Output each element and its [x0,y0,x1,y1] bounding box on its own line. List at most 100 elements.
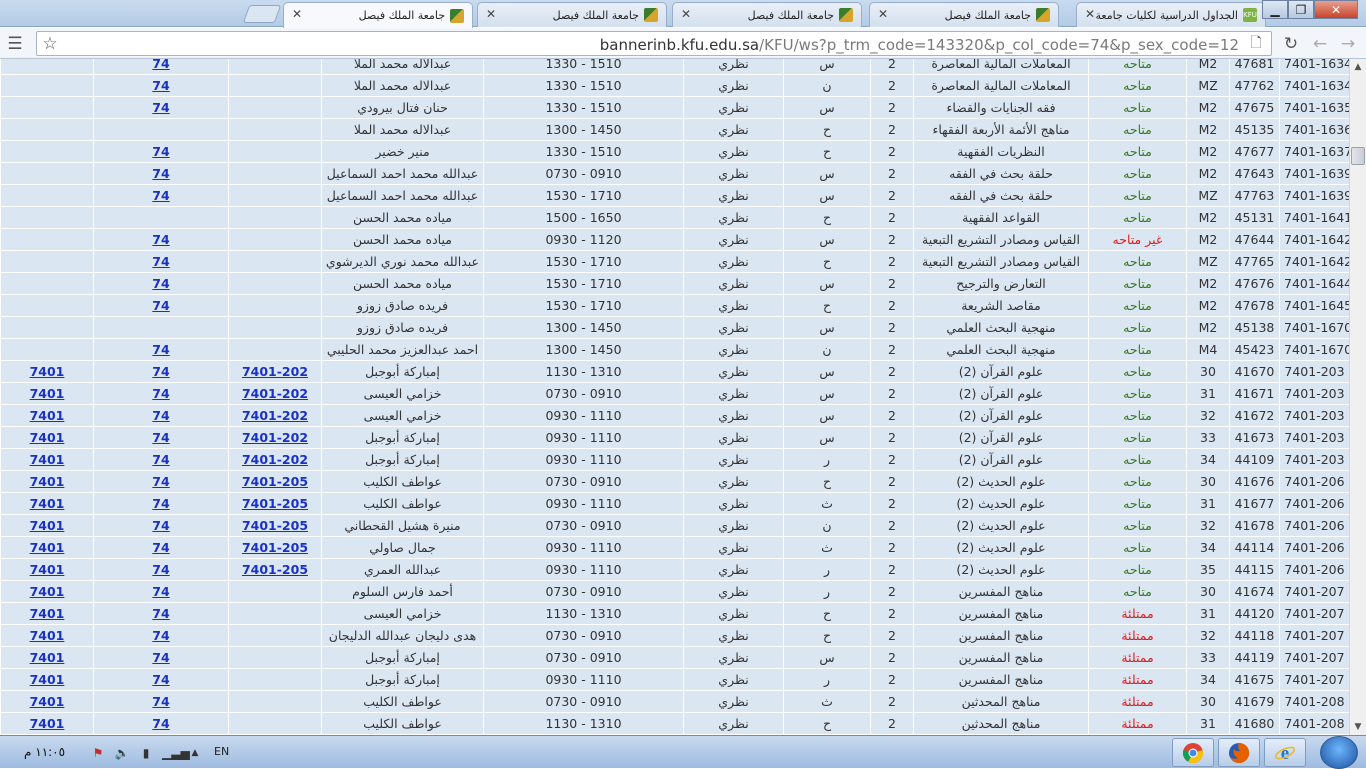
taskbar-firefox[interactable] [1218,738,1260,767]
prerequisite-link[interactable]: 7401-205 [242,474,308,489]
department-link[interactable]: 7401 [30,628,65,643]
college-link[interactable]: 74 [152,650,169,665]
tab-kfu-3[interactable]: جامعة الملك فيصل ✕ [672,2,862,27]
new-tab-button[interactable] [242,5,282,23]
taskbar-clock[interactable]: ١١:٠٥ م [24,745,65,759]
prerequisite-link-cell [228,59,322,75]
college-link[interactable]: 74 [152,364,169,379]
department-link[interactable]: 7401 [30,474,65,489]
status-cell: متاحه [1088,184,1187,207]
department-link[interactable]: 7401 [30,408,65,423]
section-cell: 31 [1186,382,1230,405]
department-link[interactable]: 7401 [30,650,65,665]
college-link[interactable]: 74 [152,672,169,687]
prerequisite-link[interactable]: 7401-202 [242,386,308,401]
college-link[interactable]: 74 [152,298,169,313]
close-icon[interactable]: ✕ [1085,7,1095,21]
prerequisite-link[interactable]: 7401-202 [242,364,308,379]
prerequisite-link[interactable]: 7401-202 [242,408,308,423]
scroll-up-icon[interactable]: ▲ [1350,59,1366,75]
college-link[interactable]: 74 [152,188,169,203]
college-link[interactable]: 74 [152,342,169,357]
volume-icon[interactable]: 🔈 [114,745,130,761]
college-link[interactable]: 74 [152,474,169,489]
college-link[interactable]: 74 [152,540,169,555]
department-link[interactable]: 7401 [30,716,65,731]
college-link[interactable]: 74 [152,100,169,115]
taskbar-ie[interactable]: e [1264,738,1306,767]
tab-kfu-4[interactable]: جامعة الملك فيصل ✕ [477,2,667,27]
maximize-button[interactable]: ❐ [1288,0,1314,19]
college-link[interactable]: 74 [152,716,169,731]
course-title-cell: علوم الحديث (2) [913,558,1089,581]
college-link[interactable]: 74 [152,276,169,291]
close-icon[interactable]: ✕ [878,7,888,21]
taskbar-chrome[interactable] [1172,738,1214,767]
college-link[interactable]: 74 [152,144,169,159]
vertical-scrollbar[interactable]: ▲ ▼ [1349,59,1366,735]
day-cell: س [783,272,871,295]
college-link[interactable]: 74 [152,606,169,621]
tab-kfu-schedules[interactable]: KFU الجداول الدراسية لكليات جامعة ✕ [1076,2,1266,27]
prerequisite-link[interactable]: 7401-202 [242,452,308,467]
department-link[interactable]: 7401 [30,584,65,599]
course-code-cell: 7401-203 [1279,404,1349,427]
forward-icon[interactable]: → [1337,33,1359,55]
college-link[interactable]: 74 [152,496,169,511]
college-link[interactable]: 74 [152,584,169,599]
address-bar[interactable]: ☆ bannerinb.kfu.edu.sa/KFU/ws?p_trm_code… [36,31,1272,56]
college-link[interactable]: 74 [152,386,169,401]
prerequisite-link[interactable]: 7401-205 [242,518,308,533]
department-link[interactable]: 7401 [30,562,65,577]
flag-icon[interactable]: ⚑ [90,745,106,761]
college-link[interactable]: 74 [152,166,169,181]
prerequisite-link[interactable]: 7401-205 [242,562,308,577]
college-link[interactable]: 74 [152,562,169,577]
close-icon[interactable]: ✕ [681,7,691,21]
department-link[interactable]: 7401 [30,452,65,467]
prerequisite-link[interactable]: 7401-205 [242,496,308,511]
prerequisite-link[interactable]: 7401-205 [242,540,308,555]
scroll-down-icon[interactable]: ▼ [1350,719,1366,735]
college-link[interactable]: 74 [152,694,169,709]
time-cell: 1530 - 1710 [483,250,684,273]
star-icon[interactable]: ☆ [39,33,61,55]
scroll-thumb[interactable] [1351,147,1365,165]
network-icon[interactable]: ▁▃▅ [162,745,190,761]
department-link[interactable]: 7401 [30,496,65,511]
department-link[interactable]: 7401 [30,540,65,555]
table-row: 7401-203 41670 30 متاحه علوم القرآن (2) 2 س نظر… [0,360,1349,383]
college-link[interactable]: 74 [152,408,169,423]
college-link[interactable]: 74 [152,628,169,643]
department-link[interactable]: 7401 [30,518,65,533]
prerequisite-link[interactable]: 7401-202 [242,430,308,445]
college-link[interactable]: 74 [152,59,169,71]
department-link[interactable]: 7401 [30,606,65,621]
course-title-cell: علوم القرآن (2) [913,426,1089,449]
college-link[interactable]: 74 [152,430,169,445]
close-window-button[interactable]: ✕ [1314,0,1358,19]
time-cell: 0730 - 0910 [483,624,684,647]
college-link[interactable]: 74 [152,254,169,269]
language-indicator[interactable]: EN [214,745,229,758]
back-icon[interactable]: ← [1309,33,1331,55]
tab-kfu-active[interactable]: جامعة الملك فيصل ✕ [283,2,473,28]
menu-icon[interactable]: ☰ [4,33,26,55]
department-link[interactable]: 7401 [30,430,65,445]
close-icon[interactable]: ✕ [292,7,302,21]
tab-kfu-2[interactable]: جامعة الملك فيصل ✕ [869,2,1059,27]
power-icon[interactable]: ▮ [138,745,154,761]
close-icon[interactable]: ✕ [486,7,496,21]
college-link[interactable]: 74 [152,78,169,93]
department-link[interactable]: 7401 [30,386,65,401]
college-link[interactable]: 74 [152,452,169,467]
minimize-button[interactable]: ▁ [1262,0,1288,19]
department-link[interactable]: 7401 [30,364,65,379]
department-link[interactable]: 7401 [30,672,65,687]
college-link[interactable]: 74 [152,232,169,247]
college-link[interactable]: 74 [152,518,169,533]
department-link[interactable]: 7401 [30,694,65,709]
reload-icon[interactable]: ↻ [1280,33,1302,55]
show-hidden-icons[interactable]: ▲ [187,745,203,761]
start-button[interactable] [1320,736,1358,769]
